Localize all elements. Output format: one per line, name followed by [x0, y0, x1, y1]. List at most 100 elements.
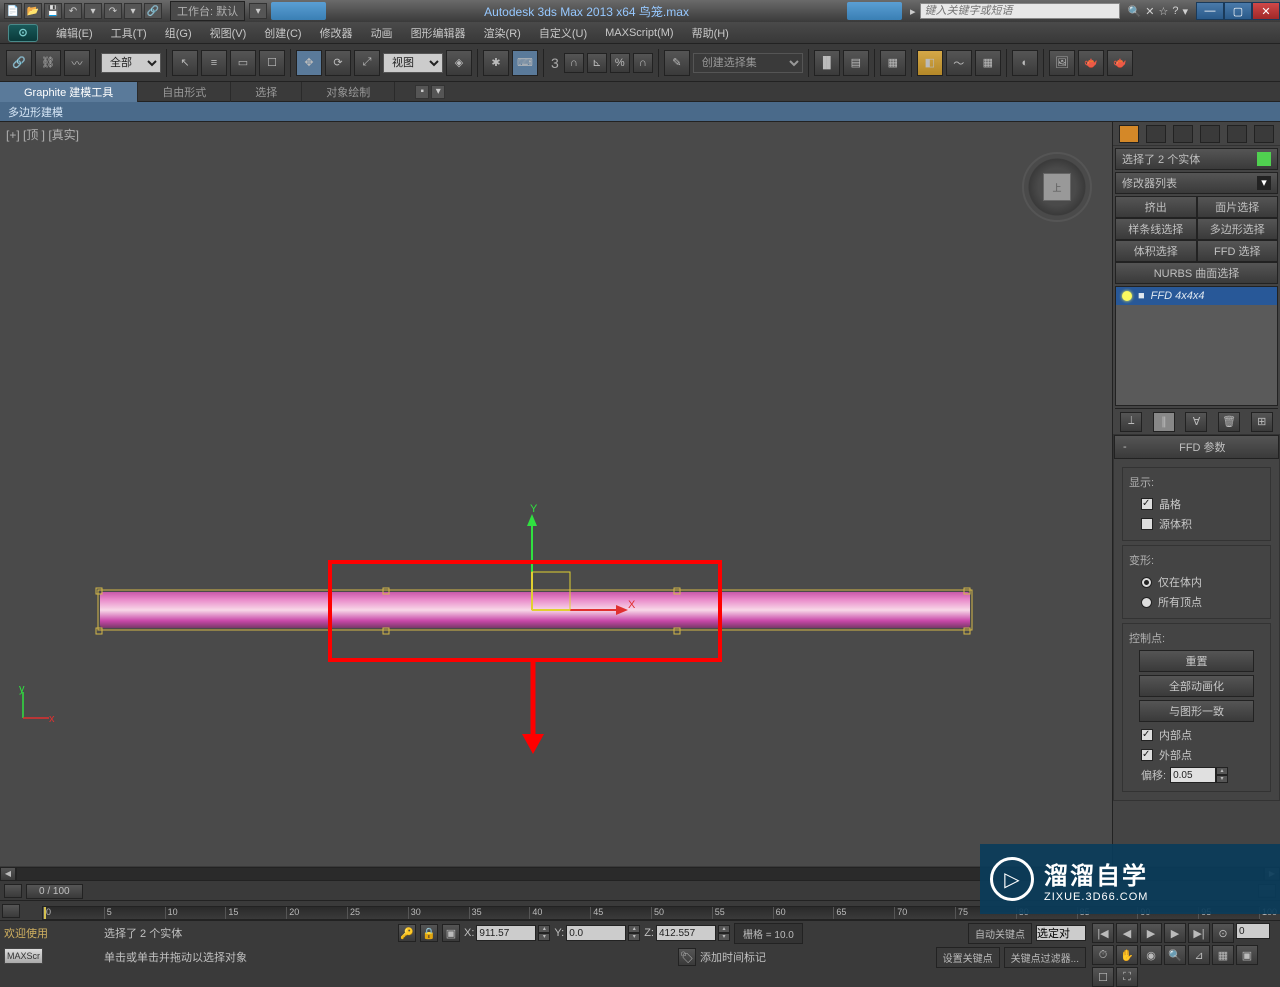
ref-coord[interactable]: 视图	[383, 53, 443, 73]
selection-filter[interactable]: 全部	[101, 53, 161, 73]
menu-views[interactable]: 视图(V)	[210, 25, 247, 41]
manipulate-tool[interactable]: ✱	[483, 50, 509, 76]
timeline-lock-icon[interactable]	[2, 904, 20, 918]
menu-help[interactable]: 帮助(H)	[692, 25, 729, 41]
select-rect[interactable]: ▭	[230, 50, 256, 76]
conform-button[interactable]: 与图形一致	[1139, 700, 1254, 722]
select-tool[interactable]: ↖	[172, 50, 198, 76]
menu-grapheditors[interactable]: 图形编辑器	[411, 25, 466, 41]
bind-tool[interactable]: 〰	[64, 50, 90, 76]
unlink-tool[interactable]: ⛓	[35, 50, 61, 76]
inner-check[interactable]: 内部点	[1129, 725, 1264, 745]
allverts-radio[interactable]: 所有顶点	[1129, 592, 1264, 612]
offset-spinner[interactable]: 偏移: ▴▾	[1129, 765, 1264, 785]
prev-frame[interactable]: ◀	[1116, 923, 1138, 943]
object-color[interactable]	[1257, 152, 1271, 166]
nav-arc[interactable]: ◉	[1140, 945, 1162, 965]
pin-stack-icon[interactable]: ⟘	[1120, 412, 1142, 432]
bulb-icon[interactable]	[1122, 291, 1132, 301]
move-tool[interactable]: ✥	[296, 50, 322, 76]
new-icon[interactable]: 📄	[4, 3, 22, 19]
rollout-header[interactable]: - FFD 参数	[1114, 435, 1279, 459]
nav-zoom[interactable]: 🔍	[1164, 945, 1186, 965]
nav-zext[interactable]: ▣	[1236, 945, 1258, 965]
menu-modifiers[interactable]: 修改器	[320, 25, 353, 41]
select-name-tool[interactable]: ≡	[201, 50, 227, 76]
menu-animation[interactable]: 动画	[371, 25, 393, 41]
tab-selection[interactable]: 选择	[231, 82, 302, 102]
link-tool[interactable]: 🔗	[6, 50, 32, 76]
viewport-canvas[interactable]: Y X	[0, 122, 1060, 866]
utilities-tab-icon[interactable]	[1254, 125, 1274, 143]
menu-tools[interactable]: 工具(T)	[111, 25, 147, 41]
help-drop-icon[interactable]: ▾	[1182, 5, 1188, 18]
spinner-snap[interactable]: ∩	[633, 53, 653, 73]
remove-mod-icon[interactable]: 🗑	[1218, 412, 1240, 432]
frame-input[interactable]	[1236, 923, 1270, 939]
scale-tool[interactable]: ⤢	[354, 50, 380, 76]
tab-paint[interactable]: 对象绘制	[302, 82, 395, 102]
search-icon[interactable]: 🔍	[1128, 5, 1142, 18]
add-time-tag[interactable]: 添加时间标记	[700, 949, 766, 965]
render-frame[interactable]: 🫖	[1078, 50, 1104, 76]
render-setup[interactable]: 🖼	[1049, 50, 1075, 76]
render-prod[interactable]: 🫖	[1107, 50, 1133, 76]
help-search[interactable]	[920, 3, 1120, 19]
lattice-check[interactable]: 晶格	[1129, 494, 1264, 514]
stack-item-ffd[interactable]: ■ FFD 4x4x4	[1116, 287, 1277, 305]
redo-icon[interactable]: ↷	[104, 3, 122, 19]
selected-input[interactable]	[1036, 925, 1086, 941]
unique-icon[interactable]: ∀	[1185, 412, 1207, 432]
mod-btn-volume[interactable]: 体积选择	[1115, 240, 1197, 262]
key-icon[interactable]: 🔑	[398, 924, 416, 942]
select-window[interactable]: ☐	[259, 50, 285, 76]
app-logo[interactable]: ⊙	[8, 24, 38, 42]
ribbon-drop-icon[interactable]: ▾	[431, 85, 445, 99]
time-config[interactable]: ⏱	[1092, 945, 1114, 965]
menu-create[interactable]: 创建(C)	[264, 25, 301, 41]
undo-drop-icon[interactable]: ▾	[84, 3, 102, 19]
named-sel-sets[interactable]: 创建选择集	[693, 53, 803, 73]
pivot-tool[interactable]: ◈	[446, 50, 472, 76]
open-icon[interactable]: 📂	[24, 3, 42, 19]
expand-icon[interactable]: ■	[1138, 290, 1145, 302]
undo-icon[interactable]: ↶	[64, 3, 82, 19]
maxscript-button[interactable]: MAXScr	[4, 948, 43, 964]
minimize-button[interactable]: —	[1196, 2, 1224, 20]
viewport[interactable]: [+] [顶 ] [真实] 上	[0, 122, 1112, 866]
workspace-selector[interactable]: 工作台: 默认	[170, 1, 245, 21]
nav-pan[interactable]: ✋	[1116, 945, 1138, 965]
maximize-button[interactable]: ▢	[1224, 2, 1252, 20]
schematic-view[interactable]: ▦	[975, 50, 1001, 76]
collapse-icon[interactable]: -	[1123, 441, 1127, 453]
rotate-tool[interactable]: ⟳	[325, 50, 351, 76]
lock-icon[interactable]: 🔒	[420, 924, 438, 942]
star-icon[interactable]: ☆	[1158, 5, 1168, 18]
modify-tab-icon[interactable]	[1146, 125, 1166, 143]
autokey-button[interactable]: 自动关键点	[968, 923, 1032, 944]
next-frame[interactable]: ▶	[1164, 923, 1186, 943]
percent-snap[interactable]: %	[610, 53, 630, 73]
setkey-button[interactable]: 设置关键点	[936, 947, 1000, 968]
spin-up[interactable]: ▴	[1216, 767, 1228, 775]
menu-rendering[interactable]: 渲染(R)	[484, 25, 521, 41]
modifier-stack[interactable]: ■ FFD 4x4x4	[1115, 286, 1278, 406]
snap-toggle[interactable]: ∩	[564, 53, 584, 73]
mod-btn-poly[interactable]: 多边形选择	[1197, 218, 1279, 240]
spin-down[interactable]: ▾	[1216, 775, 1228, 783]
mod-btn-nurbs[interactable]: NURBS 曲面选择	[1115, 262, 1278, 284]
key-mode[interactable]: ⊙	[1212, 923, 1234, 943]
source-check[interactable]: 源体积	[1129, 514, 1264, 534]
mod-btn-spline[interactable]: 样条线选择	[1115, 218, 1197, 240]
redo-drop-icon[interactable]: ▾	[124, 3, 142, 19]
outer-check[interactable]: 外部点	[1129, 745, 1264, 765]
hierarchy-tab-icon[interactable]	[1173, 125, 1193, 143]
keyfilter-button[interactable]: 关键点过滤器...	[1004, 947, 1086, 968]
menu-maxscript[interactable]: MAXScript(M)	[605, 27, 673, 39]
menu-customize[interactable]: 自定义(U)	[539, 25, 587, 41]
goto-end[interactable]: ▶|	[1188, 923, 1210, 943]
ribbon-min-icon[interactable]: ▪	[415, 85, 429, 99]
nav-max[interactable]: ⛶	[1116, 967, 1138, 987]
mod-btn-patch[interactable]: 面片选择	[1197, 196, 1279, 218]
save-icon[interactable]: 💾	[44, 3, 62, 19]
